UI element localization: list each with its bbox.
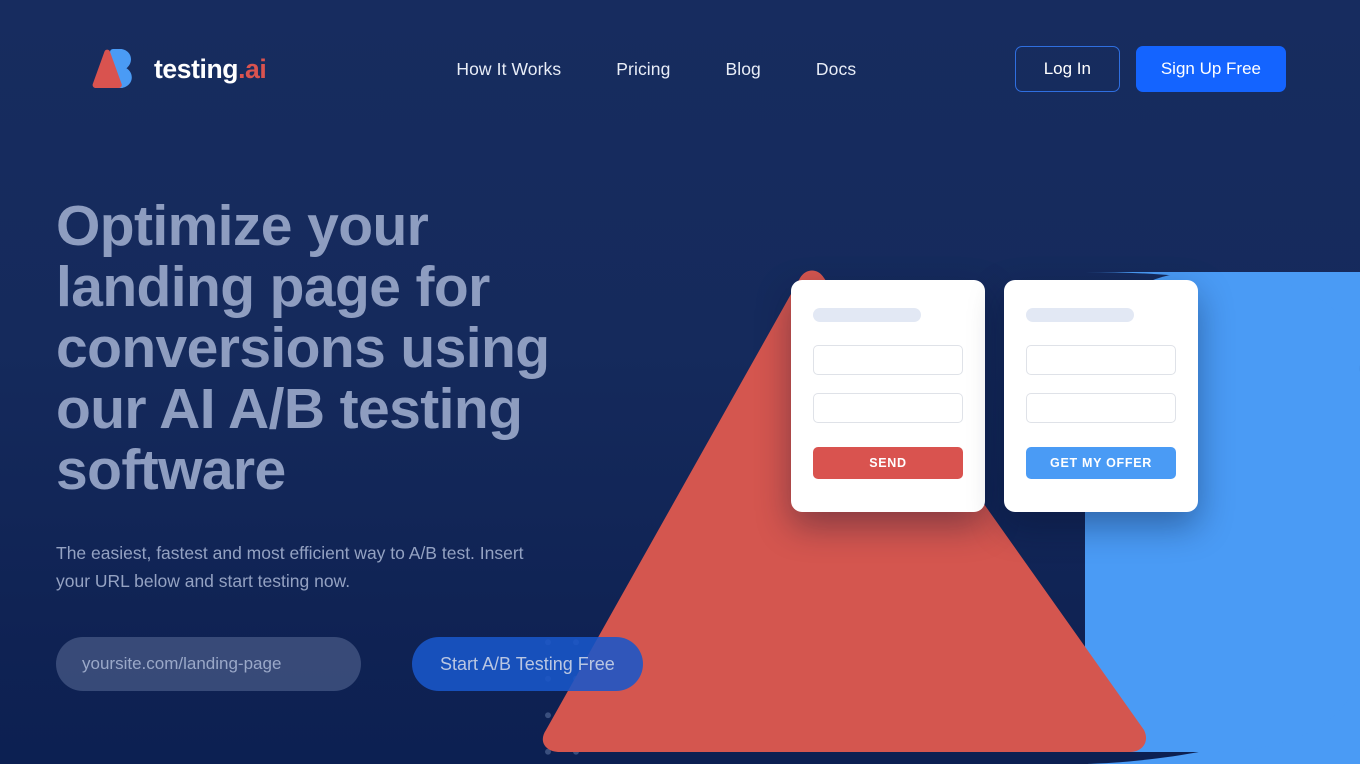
nav-item-pricing[interactable]: Pricing bbox=[616, 53, 670, 86]
brand-suffix: .ai bbox=[238, 53, 267, 84]
url-cta-form: Start A/B Testing Free bbox=[56, 637, 643, 691]
card-submit-button-get-my-offer[interactable]: GET MY OFFER bbox=[1026, 447, 1176, 479]
nav-item-how-it-works[interactable]: How It Works bbox=[456, 53, 561, 86]
header-inner: testing.ai How It Works Pricing Blog Doc… bbox=[0, 0, 1360, 92]
hero-subheadline: The easiest, fastest and most efficient … bbox=[56, 543, 524, 591]
variant-a-card: SEND bbox=[791, 280, 985, 512]
brand-wordmark: testing.ai bbox=[154, 53, 267, 85]
nav-item-docs[interactable]: Docs bbox=[816, 53, 856, 86]
hero-headline: Optimize your landing page for conversio… bbox=[56, 194, 550, 502]
signup-button[interactable]: Sign Up Free bbox=[1135, 46, 1286, 92]
url-input[interactable] bbox=[56, 637, 361, 691]
login-button[interactable]: Log In bbox=[1014, 46, 1120, 92]
card-field-2[interactable] bbox=[813, 393, 963, 423]
main-navigation: How It Works Pricing Blog Docs bbox=[456, 53, 856, 86]
start-testing-button[interactable]: Start A/B Testing Free bbox=[412, 637, 643, 691]
card-title-placeholder bbox=[1026, 308, 1134, 322]
card-title-placeholder bbox=[813, 308, 921, 322]
landing-page: testing.ai How It Works Pricing Blog Doc… bbox=[0, 0, 1360, 764]
variant-b-card: GET MY OFFER bbox=[1004, 280, 1198, 512]
card-field-2[interactable] bbox=[1026, 393, 1176, 423]
header-actions: Log In Sign Up Free bbox=[1014, 46, 1286, 92]
hero-section: Optimize your landing page for conversio… bbox=[56, 196, 656, 691]
ab-logo-icon bbox=[92, 47, 144, 91]
card-submit-button-send[interactable]: SEND bbox=[813, 447, 963, 479]
site-header: testing.ai How It Works Pricing Blog Doc… bbox=[0, 0, 1360, 140]
card-field-1[interactable] bbox=[1026, 345, 1176, 375]
nav-item-blog[interactable]: Blog bbox=[725, 53, 760, 86]
brand-name: testing bbox=[154, 53, 239, 84]
brand-logo[interactable]: testing.ai bbox=[92, 47, 267, 91]
card-field-1[interactable] bbox=[813, 345, 963, 375]
